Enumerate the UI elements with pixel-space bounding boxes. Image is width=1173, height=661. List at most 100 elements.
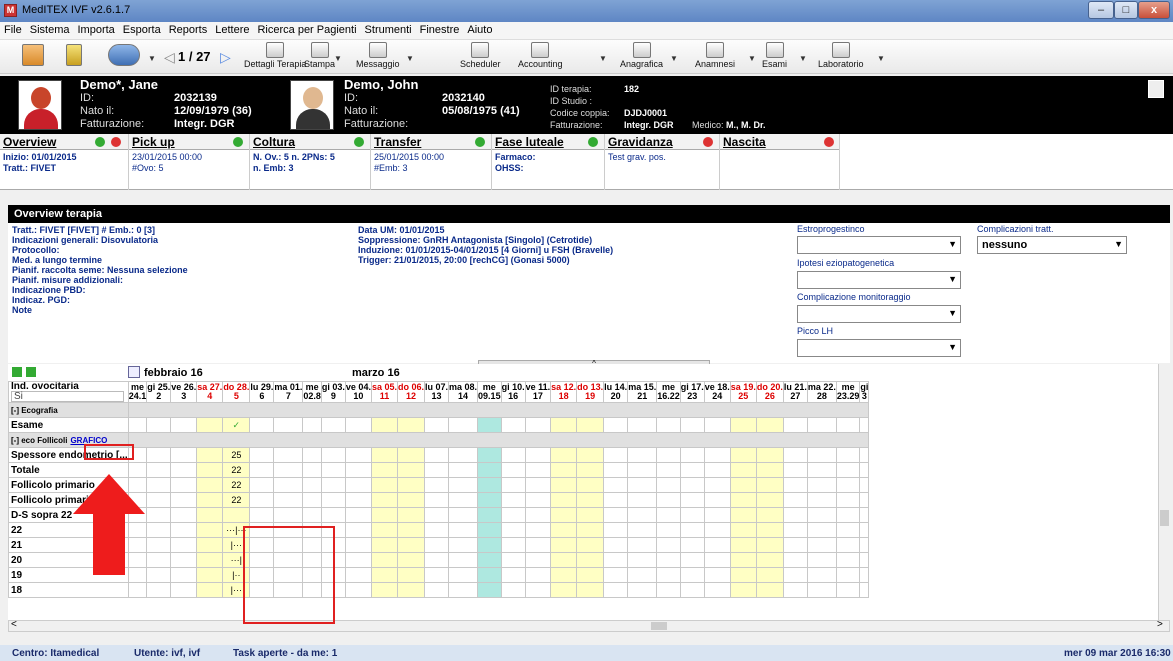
day-cell[interactable] <box>627 522 658 538</box>
phase-nascita[interactable]: Nascita <box>720 134 840 190</box>
day-cell[interactable] <box>755 462 784 478</box>
day-cell[interactable] <box>859 417 870 433</box>
day-cell[interactable] <box>859 522 870 538</box>
day-cell[interactable] <box>500 552 526 568</box>
day-cell[interactable] <box>656 477 681 493</box>
chevron-down-icon[interactable]: ▼ <box>406 54 414 63</box>
day-cell[interactable] <box>603 462 629 478</box>
day-cell[interactable] <box>835 492 861 508</box>
day-header[interactable]: ma 01. 7 <box>273 381 304 403</box>
day-cell[interactable] <box>679 522 705 538</box>
day-cell[interactable] <box>344 477 372 493</box>
day-cell[interactable] <box>196 492 224 508</box>
day-cell[interactable] <box>627 582 658 598</box>
day-header[interactable]: sa 27. 4 <box>196 381 224 403</box>
day-cell[interactable] <box>127 582 148 598</box>
section-label[interactable]: [-] Ecografia <box>11 406 58 415</box>
day-cell[interactable] <box>859 447 870 463</box>
day-cell[interactable] <box>196 477 224 493</box>
phase-overview[interactable]: Overview Inizio: 01/01/2015 Tratt.: FIVET <box>0 134 129 190</box>
day-cell[interactable] <box>627 492 658 508</box>
day-cell[interactable] <box>146 522 172 538</box>
day-cell[interactable] <box>703 567 731 583</box>
day-cell[interactable] <box>679 537 705 553</box>
day-cell[interactable] <box>477 462 502 478</box>
day-cell[interactable] <box>782 537 808 553</box>
day-cell[interactable] <box>170 492 198 508</box>
day-cell[interactable] <box>477 507 502 523</box>
menu-importa[interactable]: Importa <box>73 22 118 36</box>
day-cell[interactable] <box>320 477 346 493</box>
day-cell[interactable] <box>782 582 808 598</box>
day-cell[interactable] <box>524 582 552 598</box>
day-cell[interactable] <box>627 477 658 493</box>
day-cell[interactable] <box>477 447 502 463</box>
day-cell[interactable] <box>755 477 784 493</box>
day-header[interactable]: ve 04. 10 <box>344 381 372 403</box>
day-cell[interactable]: 22 <box>222 492 251 508</box>
day-cell[interactable] <box>477 477 502 493</box>
ind-ovocitaria-cell[interactable]: Ind. ovocitaria Si <box>8 381 129 403</box>
day-cell[interactable] <box>603 507 629 523</box>
day-cell[interactable] <box>146 417 172 433</box>
menu-aiuto[interactable]: Aiuto <box>463 22 496 36</box>
day-cell[interactable] <box>396 417 426 433</box>
day-cell[interactable] <box>273 477 304 493</box>
day-cell[interactable] <box>320 492 346 508</box>
day-cell[interactable] <box>703 417 731 433</box>
esami-button[interactable]: Esami <box>762 42 787 69</box>
day-cell[interactable] <box>273 447 304 463</box>
day-cell[interactable] <box>603 522 629 538</box>
day-cell[interactable] <box>550 417 578 433</box>
day-cell[interactable] <box>396 537 426 553</box>
day-cell[interactable] <box>656 537 681 553</box>
day-cell[interactable] <box>859 582 870 598</box>
day-cell[interactable] <box>170 462 198 478</box>
day-cell[interactable] <box>302 507 322 523</box>
day-header[interactable]: me 16.22 <box>656 381 681 403</box>
day-cell[interactable] <box>477 537 502 553</box>
day-cell[interactable] <box>127 417 148 433</box>
day-cell[interactable] <box>603 417 629 433</box>
day-cell[interactable] <box>170 552 198 568</box>
day-cell[interactable] <box>859 477 870 493</box>
day-cell[interactable] <box>196 567 224 583</box>
day-cell[interactable] <box>729 522 757 538</box>
day-cell[interactable] <box>524 477 552 493</box>
day-cell[interactable] <box>806 417 837 433</box>
day-cell[interactable] <box>550 567 578 583</box>
day-cell[interactable] <box>273 417 304 433</box>
day-header[interactable]: ma 22. 28 <box>806 381 837 403</box>
day-cell[interactable] <box>729 477 757 493</box>
day-cell[interactable] <box>127 567 148 583</box>
day-cell[interactable] <box>835 552 861 568</box>
day-cell[interactable] <box>170 417 198 433</box>
day-cell[interactable] <box>703 552 731 568</box>
section-label[interactable]: [-] eco Follicoli <box>11 436 67 445</box>
day-header[interactable]: lu 14. 20 <box>603 381 629 403</box>
day-cell[interactable] <box>500 462 526 478</box>
day-cell[interactable] <box>477 522 502 538</box>
day-cell[interactable] <box>302 492 322 508</box>
anagrafica-button[interactable]: Anagrafica <box>620 42 663 69</box>
day-header[interactable]: sa 12. 18 <box>550 381 578 403</box>
day-cell[interactable] <box>703 537 731 553</box>
day-cell[interactable] <box>656 447 681 463</box>
day-cell[interactable] <box>524 507 552 523</box>
day-cell[interactable] <box>603 552 629 568</box>
day-cell[interactable]: 22 <box>222 477 251 493</box>
day-cell[interactable] <box>448 552 479 568</box>
day-cell[interactable] <box>423 537 450 553</box>
day-header[interactable]: ve 11. 17 <box>524 381 552 403</box>
day-cell[interactable] <box>196 522 224 538</box>
day-cell[interactable] <box>370 462 398 478</box>
day-cell[interactable] <box>344 522 372 538</box>
day-cell[interactable] <box>729 567 757 583</box>
day-header[interactable]: sa 19. 25 <box>729 381 757 403</box>
day-cell[interactable] <box>627 537 658 553</box>
anamnesi-button[interactable]: Anamnesi <box>695 42 735 69</box>
day-header[interactable]: me 09.15 <box>477 381 502 403</box>
day-cell[interactable] <box>755 552 784 568</box>
day-cell[interactable] <box>500 417 526 433</box>
day-cell[interactable] <box>344 537 372 553</box>
